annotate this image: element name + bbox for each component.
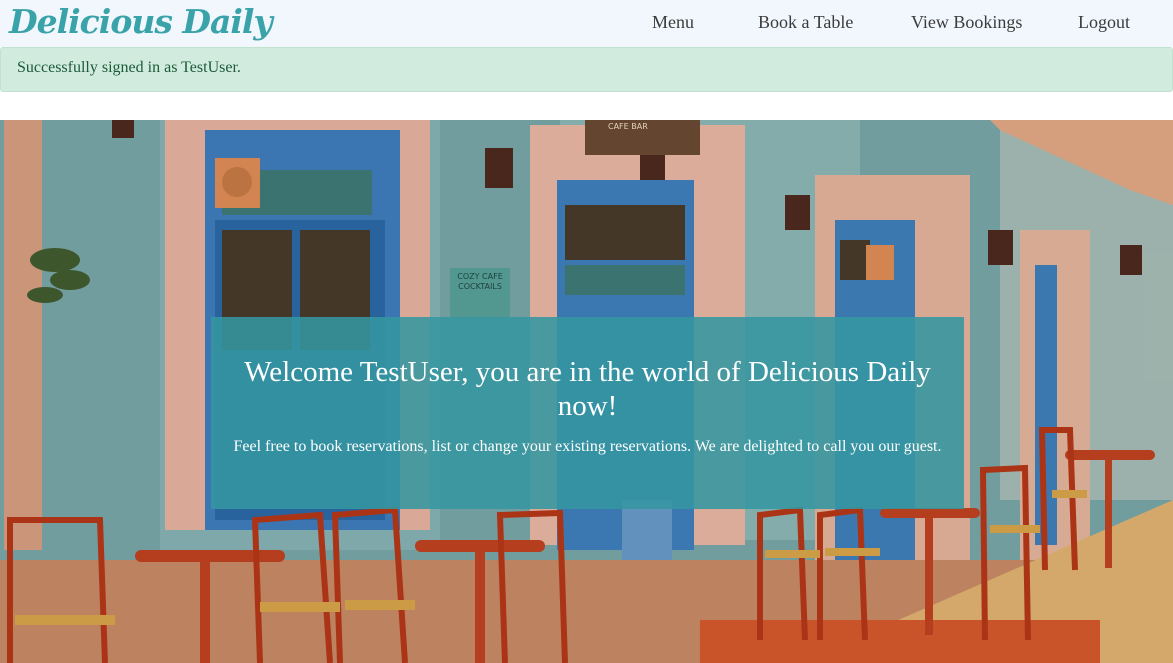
welcome-title: Welcome TestUser, you are in the world o… xyxy=(244,356,931,422)
cafe-bar-sign: CAFE BAR xyxy=(608,122,648,131)
navbar: Delicious Daily Menu Book a Table View B… xyxy=(0,0,1173,47)
cozy-cocktails-sign: COZY CAFE COCKTAILS xyxy=(457,272,503,291)
welcome-subtitle: Feel free to book reservations, list or … xyxy=(233,438,942,455)
hero-section: COZY CAFE COCKTAILS CAFE BAR Welcome Tes… xyxy=(0,120,1173,663)
nav-view-bookings-link[interactable]: View Bookings xyxy=(911,11,1022,33)
welcome-card: Welcome TestUser, you are in the world o… xyxy=(211,317,964,509)
nav-logout-link[interactable]: Logout xyxy=(1078,11,1130,33)
brand-logo[interactable]: Delicious Daily xyxy=(9,2,273,42)
nav-menu-link[interactable]: Menu xyxy=(652,11,694,33)
nav-book-table-link[interactable]: Book a Table xyxy=(758,11,853,33)
success-alert: Successfully signed in as TestUser. xyxy=(0,47,1173,92)
alert-message: Successfully signed in as TestUser. xyxy=(17,59,241,76)
